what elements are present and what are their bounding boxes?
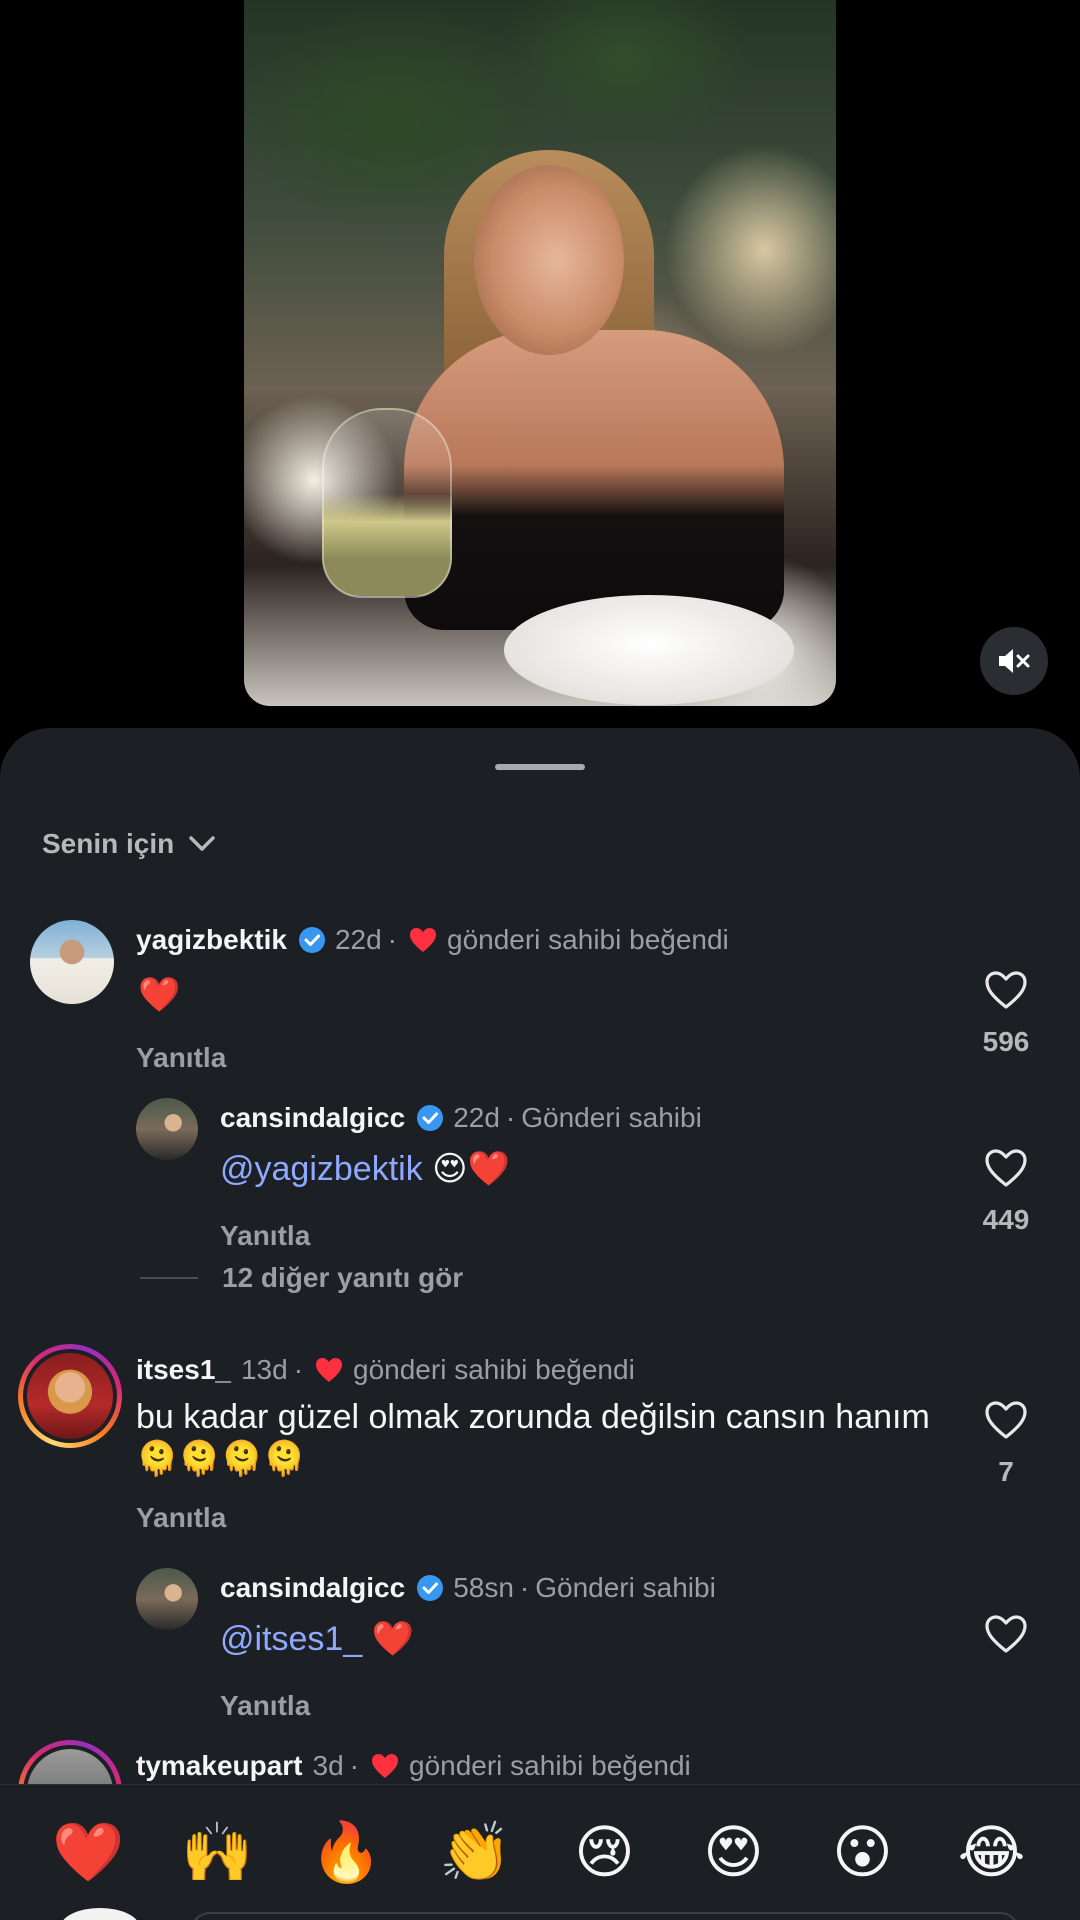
like-button[interactable]: 7 <box>976 1400 1036 1488</box>
emoji-quick-bar: ❤️ 🙌 🔥 👏 😢 😍 😮 😂 <box>0 1784 1080 1920</box>
comment-header: cansindalgicc 22d · Gönderi sahibi <box>220 1102 702 1134</box>
emoji-heart-button[interactable]: ❤️ <box>44 1823 134 1882</box>
avatar <box>23 1349 117 1443</box>
dot-separator: · <box>519 1572 530 1603</box>
reply-button[interactable]: Yanıtla <box>220 1220 310 1252</box>
dot-separator: · <box>349 1750 359 1781</box>
emoji-crying-button[interactable]: 😢 <box>560 1823 650 1882</box>
chevron-down-icon <box>189 836 215 851</box>
like-count: 596 <box>982 1026 1030 1057</box>
comment-text: @yagizbektik 😍❤️ <box>220 1148 510 1190</box>
avatar[interactable] <box>136 1098 198 1160</box>
comment-header: tymakeupart 3d · gönderi sahibi beğendi <box>136 1750 691 1782</box>
heart-outline-icon <box>985 1149 1027 1187</box>
comment-emojis: 😍❤️ <box>432 1150 510 1188</box>
view-more-replies-button[interactable]: 12 diğer yanıtı gör <box>140 1262 463 1294</box>
verified-badge-icon <box>417 1105 444 1131</box>
comment-header: cansindalgicc 58sn · Gönderi sahibi <box>220 1572 716 1604</box>
comments-sheet: Senin için yagizbektik 22d · gönderi sah… <box>0 728 1080 1920</box>
mention-link[interactable]: @itses1_ <box>220 1620 362 1658</box>
like-button[interactable] <box>976 1614 1036 1654</box>
comment-time: 22d <box>453 1102 500 1133</box>
comment-time: 22d <box>334 924 382 955</box>
like-count: 7 <box>998 1456 1014 1487</box>
heart-outline-icon <box>985 1401 1027 1439</box>
username[interactable]: cansindalgicc <box>220 1572 405 1604</box>
post-photo[interactable] <box>244 0 836 706</box>
speaker-muted-icon <box>999 649 1030 673</box>
dot-separator: · <box>293 1354 304 1385</box>
emoji-fire-button[interactable]: 🔥 <box>302 1823 392 1882</box>
comment-time: 3d <box>312 1750 344 1781</box>
sort-label: Senin için <box>42 828 175 859</box>
comment-text: ❤️ <box>138 976 181 1014</box>
comment-header: yagizbektik 22d · gönderi sahibi beğendi <box>136 924 729 956</box>
avatar[interactable] <box>30 920 114 1004</box>
like-button[interactable]: 596 <box>976 970 1036 1058</box>
liked-by-author-label: gönderi sahibi beğendi <box>447 924 729 955</box>
username[interactable]: cansindalgicc <box>220 1102 405 1134</box>
emoji-raised-hands-button[interactable]: 🙌 <box>173 1823 263 1882</box>
photo-subject-face <box>474 165 624 355</box>
dot-separator: · <box>387 924 397 955</box>
username[interactable]: tymakeupart <box>136 1750 303 1782</box>
emoji-heart-eyes-button[interactable]: 😍 <box>689 1823 779 1882</box>
reply-button[interactable]: Yanıtla <box>220 1690 310 1722</box>
thread-line <box>140 1277 198 1279</box>
heart-outline-icon <box>985 971 1027 1009</box>
emoji-laughing-button[interactable]: 😂 <box>947 1823 1037 1882</box>
emoji-clap-button[interactable]: 👏 <box>431 1823 521 1882</box>
more-replies-label: 12 diğer yanıtı gör <box>222 1262 464 1293</box>
verified-badge-icon <box>417 1575 444 1601</box>
heart-filled-icon <box>316 1358 343 1382</box>
dot-separator: · <box>505 1102 516 1133</box>
photo-wine-glass <box>322 408 452 598</box>
emoji-surprised-button[interactable]: 😮 <box>818 1823 908 1882</box>
verified-badge-icon <box>298 927 325 953</box>
reply-button[interactable]: Yanıtla <box>136 1502 226 1534</box>
username[interactable]: yagizbektik <box>136 924 287 956</box>
username[interactable]: itses1_ <box>136 1354 231 1386</box>
like-button[interactable]: 449 <box>976 1148 1036 1236</box>
drag-handle[interactable] <box>495 764 585 770</box>
comment-text: bu kadar güzel olmak zorunda değilsin ca… <box>136 1398 930 1478</box>
liked-by-author-label: gönderi sahibi beğendi <box>409 1750 691 1781</box>
comment-time: 13d <box>240 1354 288 1385</box>
mute-button[interactable] <box>980 627 1048 695</box>
comment-emojis: ❤️ <box>371 1620 415 1658</box>
comment-time: 58sn <box>453 1572 514 1603</box>
avatar-story-ring[interactable] <box>18 1344 122 1448</box>
author-tag: Gönderi sahibi <box>521 1102 702 1133</box>
heart-outline-icon <box>985 1615 1027 1653</box>
author-tag: Gönderi sahibi <box>535 1572 716 1603</box>
avatar[interactable] <box>136 1568 198 1630</box>
liked-by-author-label: gönderi sahibi beğendi <box>353 1354 635 1385</box>
heart-filled-icon <box>372 1754 398 1778</box>
comment-input[interactable] <box>190 1912 1020 1920</box>
like-count: 449 <box>982 1204 1030 1235</box>
photo-subject-body <box>404 330 784 630</box>
sort-dropdown[interactable]: Senin için <box>42 828 216 860</box>
reply-button[interactable]: Yanıtla <box>136 1042 226 1074</box>
heart-filled-icon <box>410 928 436 952</box>
mention-link[interactable]: @yagizbektik <box>220 1150 423 1188</box>
media-area <box>0 0 1080 730</box>
comment-text: @itses1_ ❤️ <box>220 1618 414 1660</box>
photo-plate <box>504 595 794 705</box>
comment-header: itses1_ 13d · gönderi sahibi beğendi <box>136 1354 635 1386</box>
